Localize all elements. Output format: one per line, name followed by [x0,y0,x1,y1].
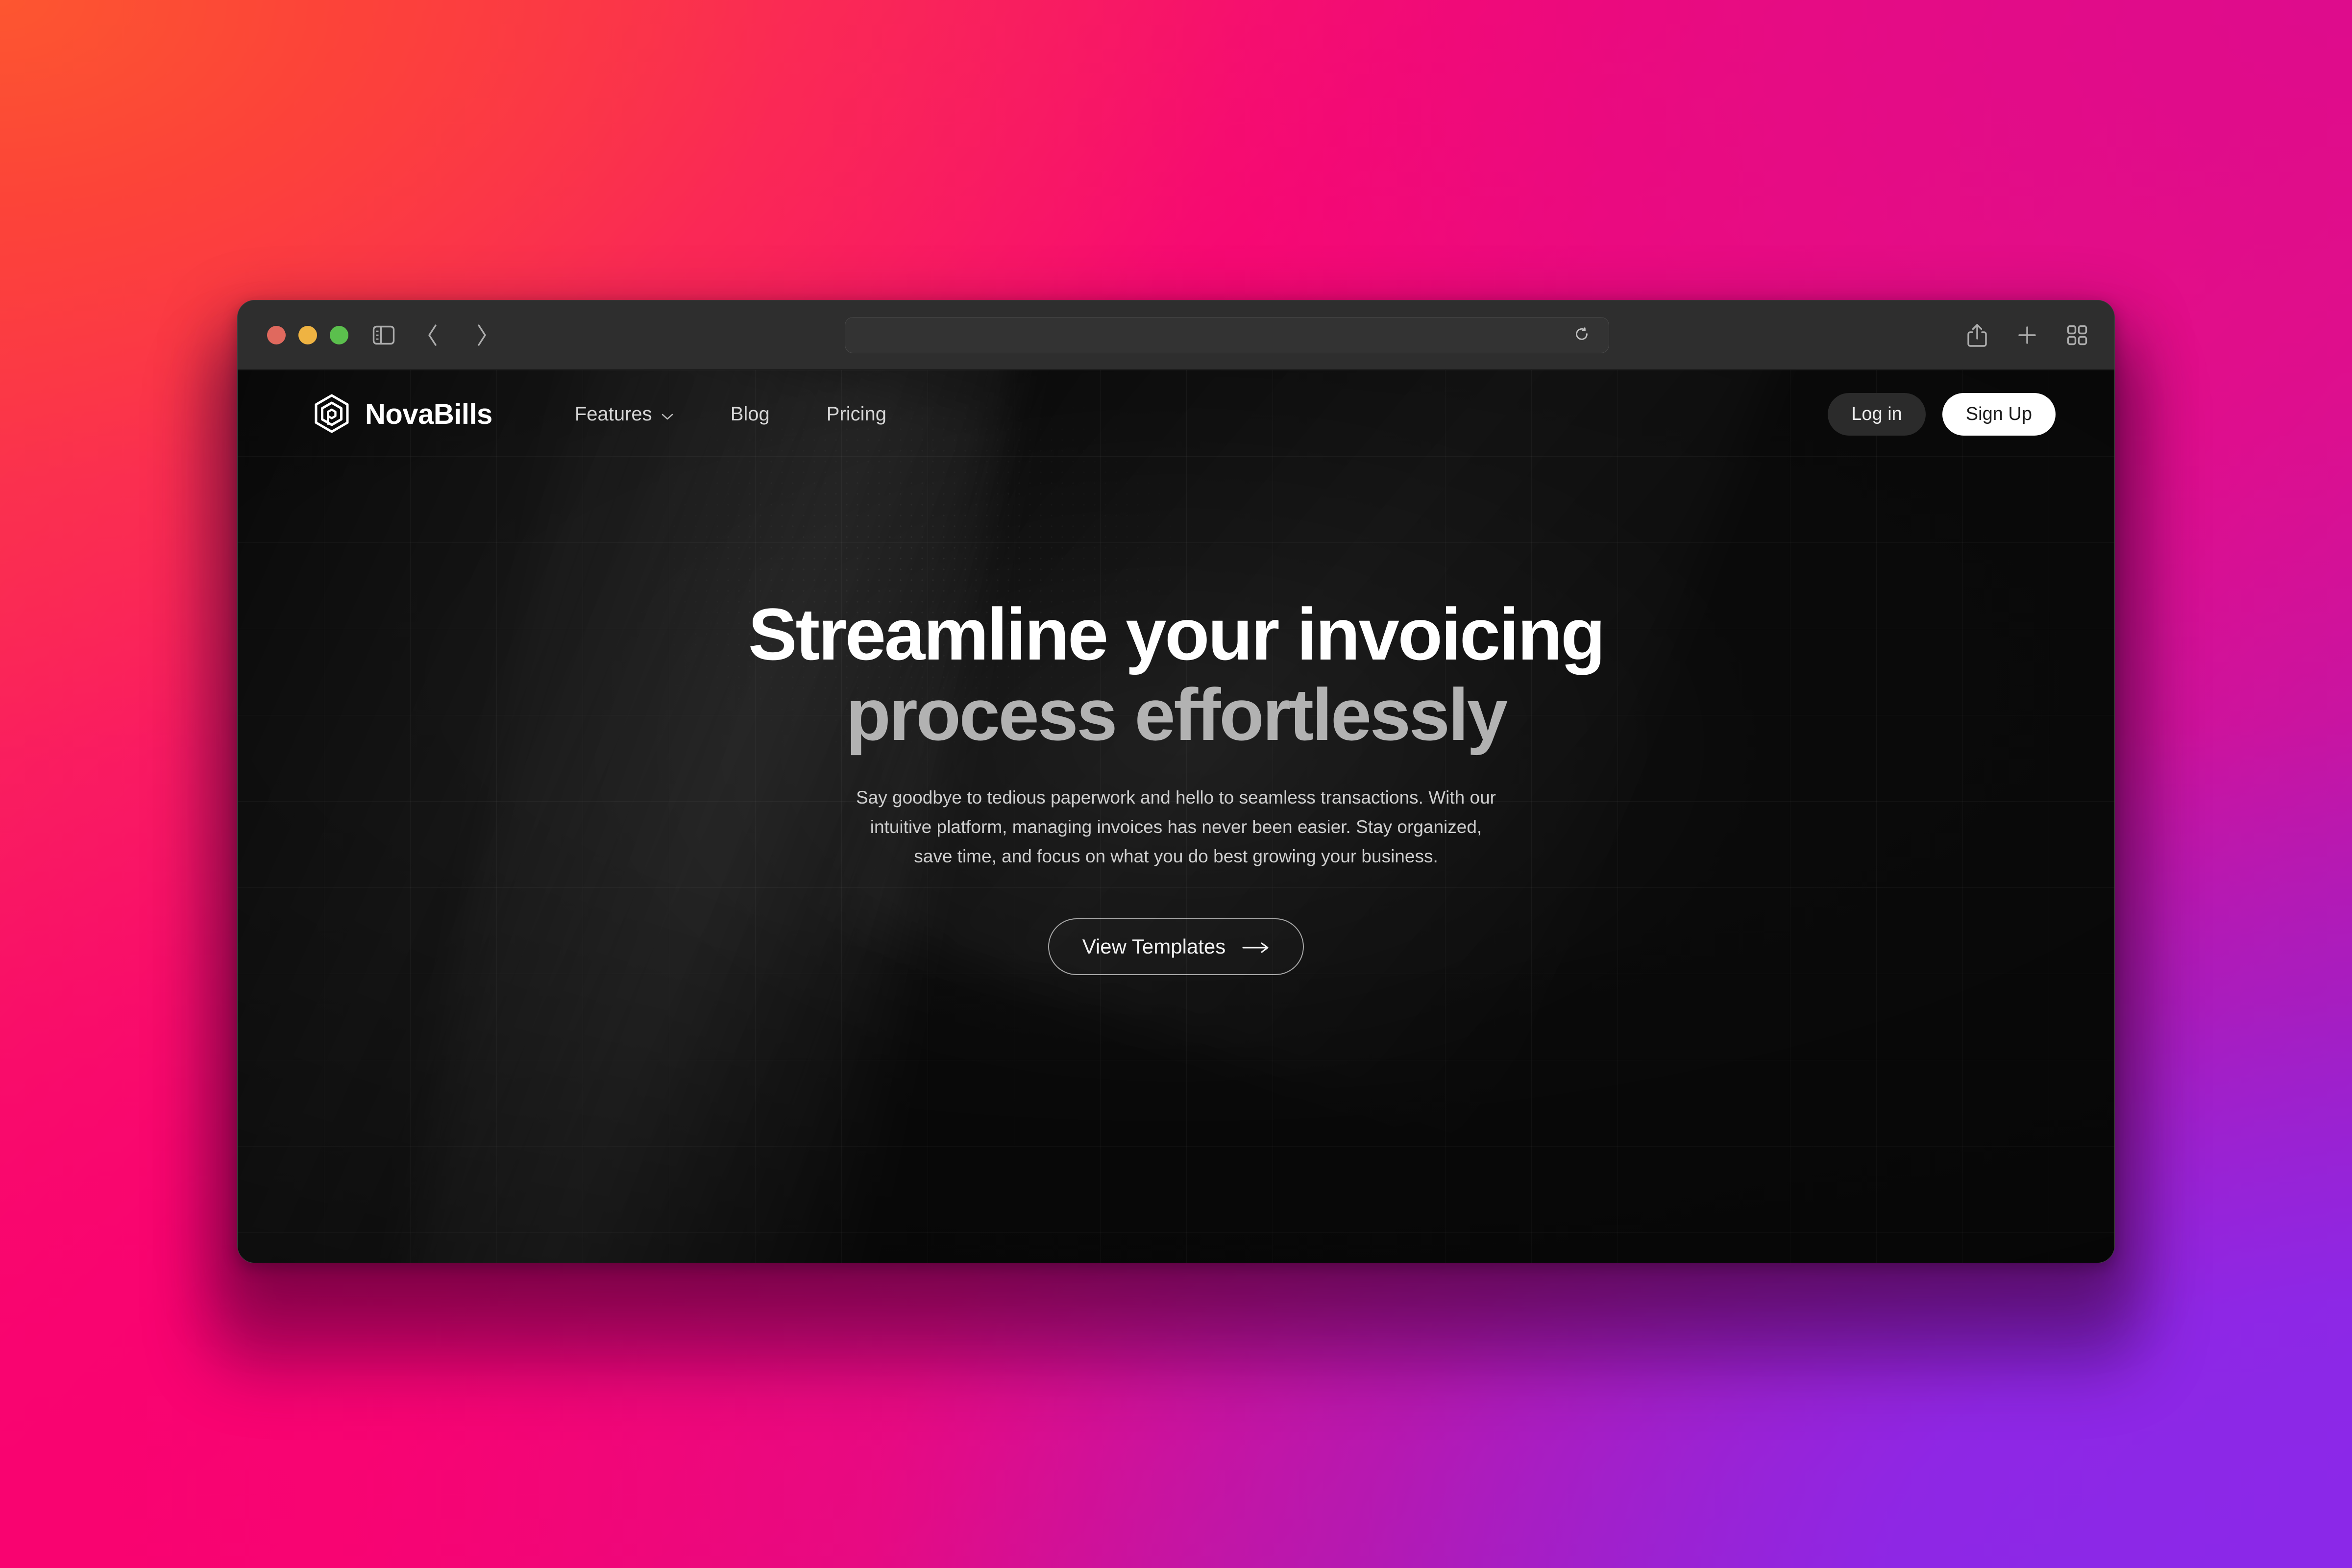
arrow-right-icon [1242,935,1270,958]
brand-logo-link[interactable]: NovaBills [311,393,492,435]
back-icon[interactable] [419,321,446,349]
view-templates-label: View Templates [1082,934,1226,958]
browser-toolbar-actions [1963,321,2091,349]
address-bar-container [495,317,1959,353]
browser-window: NovaBills Features Blog Pricing Log in S… [237,300,2115,1263]
nav-actions: Log in Sign Up [1828,392,2056,436]
nav-item-features[interactable]: Features [546,403,702,425]
view-templates-button[interactable]: View Templates [1048,918,1304,975]
browser-toolbar [238,300,2114,370]
share-icon[interactable] [1963,321,1991,349]
nav-item-blog[interactable]: Blog [702,403,798,425]
nav-item-blog-label: Blog [730,403,770,425]
login-button[interactable]: Log in [1828,392,1926,436]
hero-subtitle: Say goodbye to tedious paperwork and hel… [856,787,1496,866]
nav-item-pricing-label: Pricing [826,403,887,425]
hexagon-spiral-icon [311,393,352,435]
nav-item-pricing[interactable]: Pricing [798,403,915,425]
hero-cta-container: View Templates [238,918,2114,975]
site-navigation: NovaBills Features Blog Pricing Log in S… [238,370,2114,458]
forward-icon[interactable] [468,321,495,349]
nav-links: Features Blog Pricing [546,403,915,425]
page-content: NovaBills Features Blog Pricing Log in S… [238,370,2114,1263]
hero-title: Streamline your invoicing process effort… [238,594,2114,755]
hero-title-line2: process effortlessly [846,673,1508,756]
brand-name: NovaBills [365,398,492,430]
sidebar-toggle-icon[interactable] [370,321,397,349]
hero-section: Streamline your invoicing process effort… [238,458,2114,975]
tab-overview-icon[interactable] [2063,321,2091,349]
chevron-down-icon [661,403,674,425]
reload-icon[interactable] [1568,321,1596,349]
address-bar[interactable] [845,317,1609,353]
minimize-window-button[interactable] [298,325,317,344]
browser-nav-icons [370,321,495,349]
signup-button[interactable]: Sign Up [1942,392,2056,436]
window-traffic-lights [267,325,348,344]
maximize-window-button[interactable] [330,325,348,344]
new-tab-icon[interactable] [2013,321,2041,349]
close-window-button[interactable] [267,325,286,344]
nav-item-features-label: Features [574,403,652,425]
hero-title-line1: Streamline your invoicing [748,593,1606,675]
